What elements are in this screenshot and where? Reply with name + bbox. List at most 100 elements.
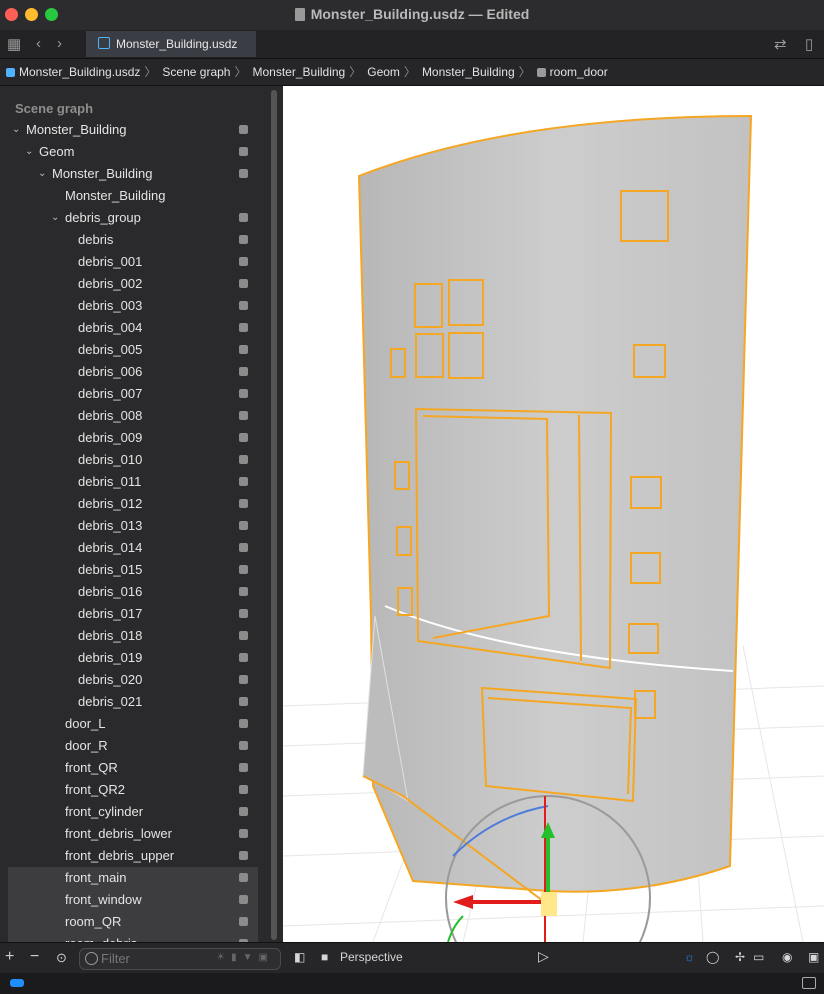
scene-graph-item-label: debris_012 bbox=[78, 496, 143, 511]
scene-graph-item-label: room_QR bbox=[65, 914, 122, 929]
panel-toggle-icon[interactable] bbox=[802, 977, 816, 989]
scene-graph-item[interactable]: front_cylinder bbox=[8, 801, 258, 823]
scene-graph-item[interactable]: debris_016 bbox=[8, 581, 258, 603]
scene-graph-item-label: debris_004 bbox=[78, 320, 143, 335]
environment-icon[interactable]: ▭ bbox=[753, 950, 764, 964]
cube-icon bbox=[239, 257, 248, 266]
swap-icon[interactable]: ⇄ bbox=[774, 35, 787, 53]
panel-icon[interactable]: ▣ bbox=[808, 950, 819, 964]
breadcrumb-item[interactable]: Scene graph bbox=[162, 65, 230, 79]
sidebar-bottom-bar: + − ⊙ Filter ☀▮▼▣ bbox=[0, 942, 283, 973]
chevron-down-icon[interactable]: ⌄ bbox=[25, 141, 33, 163]
cube-icon bbox=[536, 68, 546, 77]
scene-graph-item[interactable]: debris_004 bbox=[8, 317, 258, 339]
breadcrumb-current[interactable]: room_door bbox=[536, 65, 608, 79]
cube-icon bbox=[239, 411, 248, 420]
lighting-icon[interactable]: ☼ bbox=[684, 950, 695, 964]
scene-graph-item[interactable]: debris_015 bbox=[8, 559, 258, 581]
scene-graph-item[interactable]: door_L bbox=[8, 713, 258, 735]
tab-bar: ▦ ‹ › Monster_Building.usdz ⇄ ▯ bbox=[0, 30, 824, 59]
scene-graph-item-label: door_R bbox=[65, 738, 108, 753]
chevron-down-icon[interactable]: ⌄ bbox=[12, 119, 20, 141]
more-options-icon[interactable]: ⊙ bbox=[56, 950, 67, 966]
scene-graph-item[interactable]: debris_018 bbox=[8, 625, 258, 647]
play-icon[interactable]: ▷ bbox=[538, 948, 549, 965]
scene-graph-item[interactable]: front_debris_lower bbox=[8, 823, 258, 845]
scene-graph-item[interactable]: debris_021 bbox=[8, 691, 258, 713]
scene-graph-item[interactable]: debris_010 bbox=[8, 449, 258, 471]
scene-graph-item[interactable]: front_QR2 bbox=[8, 779, 258, 801]
scene-graph-item[interactable]: debris_019 bbox=[8, 647, 258, 669]
forward-icon[interactable]: › bbox=[57, 35, 62, 52]
cube-icon bbox=[239, 763, 248, 772]
scene-graph-item[interactable]: debris bbox=[8, 229, 258, 251]
chevron-down-icon[interactable]: ⌄ bbox=[51, 207, 59, 229]
scene-graph-item[interactable]: debris_005 bbox=[8, 339, 258, 361]
scene-graph-item[interactable]: debris_014 bbox=[8, 537, 258, 559]
breadcrumb-item[interactable]: Monster_Building bbox=[253, 65, 346, 79]
scene-graph-item-label: debris_020 bbox=[78, 672, 143, 687]
sidebar-toggle-icon[interactable]: ◧ bbox=[294, 950, 305, 964]
scene-graph-item[interactable]: debris_009 bbox=[8, 427, 258, 449]
tab-document[interactable]: Monster_Building.usdz bbox=[86, 31, 256, 57]
scene-graph-item[interactable]: debris_002 bbox=[8, 273, 258, 295]
scene-graph-item[interactable]: debris_013 bbox=[8, 515, 258, 537]
scene-graph-item[interactable]: room_debris bbox=[8, 933, 258, 942]
inspector-toggle-icon[interactable]: ▯ bbox=[805, 35, 813, 53]
transform-icon[interactable]: ✢ bbox=[735, 950, 745, 964]
scene-graph-item[interactable]: room_QR bbox=[8, 911, 258, 933]
visibility-icon[interactable]: ◉ bbox=[782, 950, 792, 964]
back-icon[interactable]: ‹ bbox=[36, 35, 41, 52]
scene-graph-item[interactable]: debris_020 bbox=[8, 669, 258, 691]
scene-graph-item[interactable]: front_window bbox=[8, 889, 258, 911]
grid-view-icon[interactable]: ▦ bbox=[7, 35, 21, 53]
scene-graph-item[interactable]: debris_007 bbox=[8, 383, 258, 405]
breadcrumb-item[interactable]: Monster_Building bbox=[422, 65, 515, 79]
scene-graph-item-label: debris_009 bbox=[78, 430, 143, 445]
cube-icon bbox=[239, 609, 248, 618]
chevron-right-icon: 〉 bbox=[349, 65, 362, 79]
cube-icon bbox=[239, 279, 248, 288]
scene-graph-item[interactable]: front_debris_upper bbox=[8, 845, 258, 867]
scene-graph-item-label: debris_018 bbox=[78, 628, 143, 643]
add-icon[interactable]: + bbox=[5, 948, 14, 966]
scene-graph-item[interactable]: debris_012 bbox=[8, 493, 258, 515]
scene-graph-item[interactable]: ⌄ Monster_Building bbox=[8, 163, 258, 185]
scene-graph-item[interactable]: debris_006 bbox=[8, 361, 258, 383]
chevron-down-icon[interactable]: ⌄ bbox=[38, 163, 46, 185]
scene-graph-item[interactable]: ⌄ Monster_Building bbox=[8, 119, 258, 141]
camera-mode-select[interactable]: Perspective bbox=[340, 950, 403, 964]
scene-graph-item[interactable]: front_QR bbox=[8, 757, 258, 779]
filter-field[interactable]: Filter ☀▮▼▣ bbox=[79, 948, 281, 970]
scene-graph-item-label: debris_015 bbox=[78, 562, 143, 577]
scene-graph-item-label: Monster_Building bbox=[52, 166, 153, 181]
scene-graph-item[interactable]: debris_017 bbox=[8, 603, 258, 625]
scene-graph-item[interactable]: debris_001 bbox=[8, 251, 258, 273]
sidebar-scrollbar[interactable] bbox=[271, 90, 277, 940]
tab-label: Monster_Building.usdz bbox=[116, 37, 238, 51]
scene-graph-item-label: Monster_Building bbox=[26, 122, 127, 137]
cube-icon bbox=[239, 829, 248, 838]
breadcrumb-file[interactable]: Monster_Building.usdz bbox=[6, 65, 140, 79]
scene-graph-item-label: debris_007 bbox=[78, 386, 143, 401]
scene-graph-item-label: debris_011 bbox=[78, 474, 142, 489]
scene-graph-item-label: debris_019 bbox=[78, 650, 143, 665]
scene-graph-item-label: debris_006 bbox=[78, 364, 143, 379]
scene-graph-item[interactable]: Monster_Building bbox=[8, 185, 258, 207]
remove-icon[interactable]: − bbox=[30, 948, 39, 966]
scene-graph-item[interactable]: debris_003 bbox=[8, 295, 258, 317]
breadcrumb-item[interactable]: Geom bbox=[367, 65, 400, 79]
scene-graph-item[interactable]: front_main bbox=[8, 867, 258, 889]
scene-graph-item-label: front_main bbox=[65, 870, 127, 885]
filter-icon bbox=[85, 952, 98, 965]
orbit-icon[interactable]: ◯ bbox=[706, 950, 719, 964]
cube-icon bbox=[239, 499, 248, 508]
scene-graph-item[interactable]: debris_011 bbox=[8, 471, 258, 493]
scene-graph-item[interactable]: debris_008 bbox=[8, 405, 258, 427]
scene-graph-item[interactable]: ⌄ debris_group bbox=[8, 207, 258, 229]
scene-graph-item[interactable]: door_R bbox=[8, 735, 258, 757]
cube-icon bbox=[239, 433, 248, 442]
scene-graph-item[interactable]: ⌄ Geom bbox=[8, 141, 258, 163]
cube-icon bbox=[239, 807, 248, 816]
3d-viewport[interactable] bbox=[283, 86, 824, 942]
